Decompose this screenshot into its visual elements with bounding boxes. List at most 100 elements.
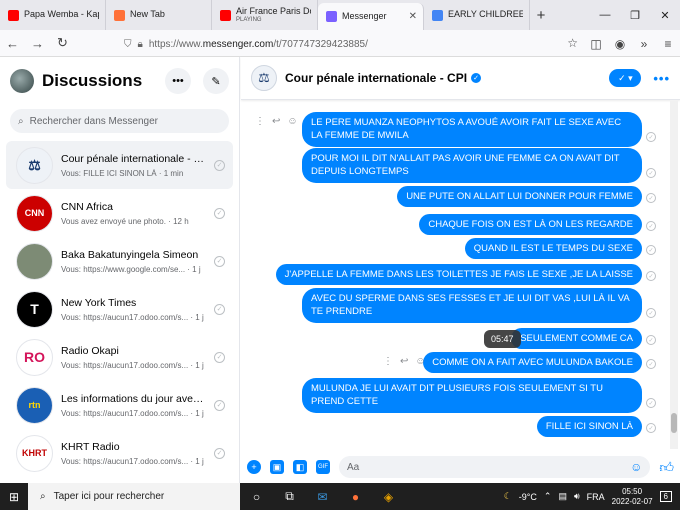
browser-nav-bar: ← → ↻ ⛉ 🔒︎ https://www.messenger.com/t/7…: [0, 30, 680, 57]
like-icon[interactable]: 👍︎: [659, 459, 674, 476]
paint-icon[interactable]: ◈: [372, 490, 405, 504]
conversation-item[interactable]: rtn Les informations du jour avec rtn... V…: [6, 381, 233, 429]
notification-icon[interactable]: 6: [659, 491, 672, 502]
conversation-item[interactable]: T New York Times Vous: https://aucun17.odo…: [6, 285, 233, 333]
close-tab-icon[interactable]: ✕: [409, 11, 417, 22]
status-button[interactable]: ✓ ▾: [609, 69, 642, 87]
seen-check-icon: ✓: [214, 255, 225, 267]
windows-start-icon[interactable]: ⊞: [9, 490, 19, 504]
new-tab-button[interactable]: +: [530, 0, 552, 30]
conversation-snippet: Vous: https://aucun17.odoo.com/s... · 1 …: [61, 360, 204, 370]
message-bubble[interactable]: J'APPELLE LA FEMME DANS LES TOILETTES JE…: [275, 264, 642, 286]
message-bubble[interactable]: MULUNDA JE LUI AVAIT DIT PLUSIEURS FOIS …: [302, 378, 642, 413]
browser-tab[interactable]: EARLY CHILDREEN: [424, 0, 530, 30]
forward-icon[interactable]: →: [25, 36, 50, 51]
seen-check-icon: ✓: [646, 423, 656, 433]
reply-icon[interactable]: ↩: [400, 356, 408, 367]
gif-icon[interactable]: GIF: [316, 460, 330, 474]
menu-icon[interactable]: ≡: [656, 37, 680, 51]
browser-tab[interactable]: Messenger ✕: [318, 3, 424, 30]
url-bar[interactable]: ⛉ 🔒︎ https://www.messenger.com/t/7077473…: [118, 34, 585, 54]
seen-check-icon: ✓: [646, 193, 656, 203]
chat-avatar[interactable]: ⚖: [251, 65, 277, 91]
message-bubble[interactable]: UNE PUTE ON ALLAIT LUI DONNER POUR FEMME: [397, 186, 642, 208]
message-bubble[interactable]: LE PERE MUANZA NEOPHYTOS A AVOUÉ AVOIR F…: [302, 112, 642, 147]
emoji-icon[interactable]: ☺: [630, 460, 642, 474]
more-vertical-icon[interactable]: ⋮: [255, 116, 265, 127]
close-window-icon[interactable]: ✕: [650, 0, 680, 30]
conversation-item[interactable]: KHRT KHRT Radio Vous: https://aucun17.odoo…: [6, 429, 233, 477]
message-bubble[interactable]: AVEC DU SPERME DANS SES FESSES ET JE LUI…: [302, 288, 642, 323]
scrollbar[interactable]: [670, 101, 678, 449]
taskbar-search[interactable]: ⌕ Taper ici pour rechercher: [28, 483, 240, 510]
avatar: RO: [16, 338, 53, 376]
message-bubble[interactable]: POUR MOI IL DIT N'ALLAIT PAS AVOIR UNE F…: [302, 148, 642, 183]
tab-favicon-icon: [114, 9, 125, 21]
seen-check-icon: ✓: [646, 359, 656, 369]
clock-date: 2022-02-07: [611, 496, 653, 506]
avatar[interactable]: [10, 69, 34, 93]
react-emoji-icon[interactable]: ☺: [287, 116, 297, 127]
account-icon[interactable]: ◉: [608, 37, 632, 51]
sidebar-header: Discussions ••• ✎: [0, 57, 239, 105]
message-bubble[interactable]: QUAND IL EST LE TEMPS DU SEXE: [464, 238, 642, 260]
browser-tab[interactable]: New Tab: [106, 0, 212, 30]
message-bubble[interactable]: FILLE ICI SINON LÀ: [536, 416, 642, 438]
message-bubble[interactable]: SEULEMENT COMME CA: [511, 328, 642, 350]
conversation-item[interactable]: ⚖ Cour pénale internationale - CPI Vous: F…: [6, 141, 233, 189]
minimize-icon[interactable]: —: [590, 0, 620, 30]
reload-icon[interactable]: ↻: [50, 35, 75, 51]
chat-title: Cour pénale internationale - CPI: [285, 71, 468, 85]
extensions-icon[interactable]: »: [632, 37, 656, 51]
tab-favicon-icon: [8, 9, 19, 21]
back-icon[interactable]: ←: [0, 36, 25, 51]
react-emoji-icon[interactable]: ☺: [415, 356, 425, 367]
tab-favicon-icon: [220, 9, 231, 21]
clock[interactable]: 05:50 2022-02-07: [612, 487, 653, 506]
chevron-up-icon[interactable]: ⌃: [544, 491, 552, 502]
sticker-icon[interactable]: ◧: [293, 460, 307, 474]
search-input[interactable]: ⌕ Rechercher dans Messenger: [10, 109, 229, 133]
seen-check-icon: ✓: [214, 399, 225, 411]
conversation-item[interactable]: Baka Bakatunyingela Simeon Vous: https://…: [6, 237, 233, 285]
network-icon[interactable]: ▤: [558, 491, 567, 502]
composer: + ▣ ◧ GIF Aa ☺ 👍︎: [241, 451, 680, 483]
weather-moon-icon[interactable]: ☾: [504, 491, 512, 502]
seen-check-icon: ✓: [646, 132, 656, 142]
browser-tab[interactable]: Air France Paris Do PLAYING: [212, 0, 318, 30]
cortana-icon[interactable]: ○: [240, 490, 273, 504]
temperature[interactable]: -9°C: [519, 492, 537, 502]
task-view-icon[interactable]: ⧉: [273, 489, 306, 504]
tab-favicon-icon: [432, 9, 443, 21]
conversation-item[interactable]: RO Radio Okapi Vous: https://aucun17.odoo.…: [6, 333, 233, 381]
message-bubble[interactable]: COMME ON A FAIT AVEC MULUNDA BAKOLE: [423, 352, 642, 374]
seen-check-icon: ✓: [646, 221, 656, 231]
restore-icon[interactable]: ❐: [620, 0, 650, 30]
conversation-info-icon[interactable]: •••: [653, 71, 670, 86]
photo-icon[interactable]: ▣: [270, 460, 284, 474]
conversation-snippet: Vous: https://www.google.com/se... · 1 j: [61, 264, 201, 274]
message-bubble[interactable]: CHAQUE FOIS ON EST LÀ ON LES REGARDE: [419, 214, 642, 236]
options-button[interactable]: •••: [165, 68, 191, 94]
new-message-button[interactable]: ✎: [203, 68, 229, 94]
plus-icon[interactable]: +: [247, 460, 261, 474]
seen-check-icon: ✓: [214, 159, 225, 171]
language[interactable]: FRA: [587, 492, 605, 502]
seen-check-icon: ✓: [646, 398, 656, 408]
more-vertical-icon[interactable]: ⋮: [383, 356, 393, 367]
mail-icon[interactable]: ✉: [306, 490, 339, 504]
message-input[interactable]: Aa ☺: [339, 456, 651, 478]
pocket-icon[interactable]: ◫: [584, 37, 608, 51]
conversation-item[interactable]: CNN CNN Africa Vous avez envoyé une photo.…: [6, 189, 233, 237]
reply-icon[interactable]: ↩: [272, 116, 280, 127]
search-icon: ⌕: [18, 115, 24, 127]
chat-title-wrap[interactable]: Cour pénale internationale - CPI ✓: [285, 69, 482, 87]
firefox-icon[interactable]: ●: [339, 490, 372, 504]
message-actions: ⋮ ↩ ☺: [383, 356, 426, 367]
volume-icon[interactable]: 🔊︎: [574, 491, 580, 502]
scrollbar-thumb[interactable]: [671, 413, 677, 433]
browser-tab[interactable]: Papa Wemba - Kap: [0, 0, 106, 30]
conversation-snippet: Vous: https://aucun17.odoo.com/s... · 1 …: [61, 408, 204, 418]
conversation-snippet: Vous: https://aucun17.odoo.com/s... · 1 …: [61, 456, 204, 466]
bookmark-star-icon[interactable]: ☆: [567, 36, 578, 50]
